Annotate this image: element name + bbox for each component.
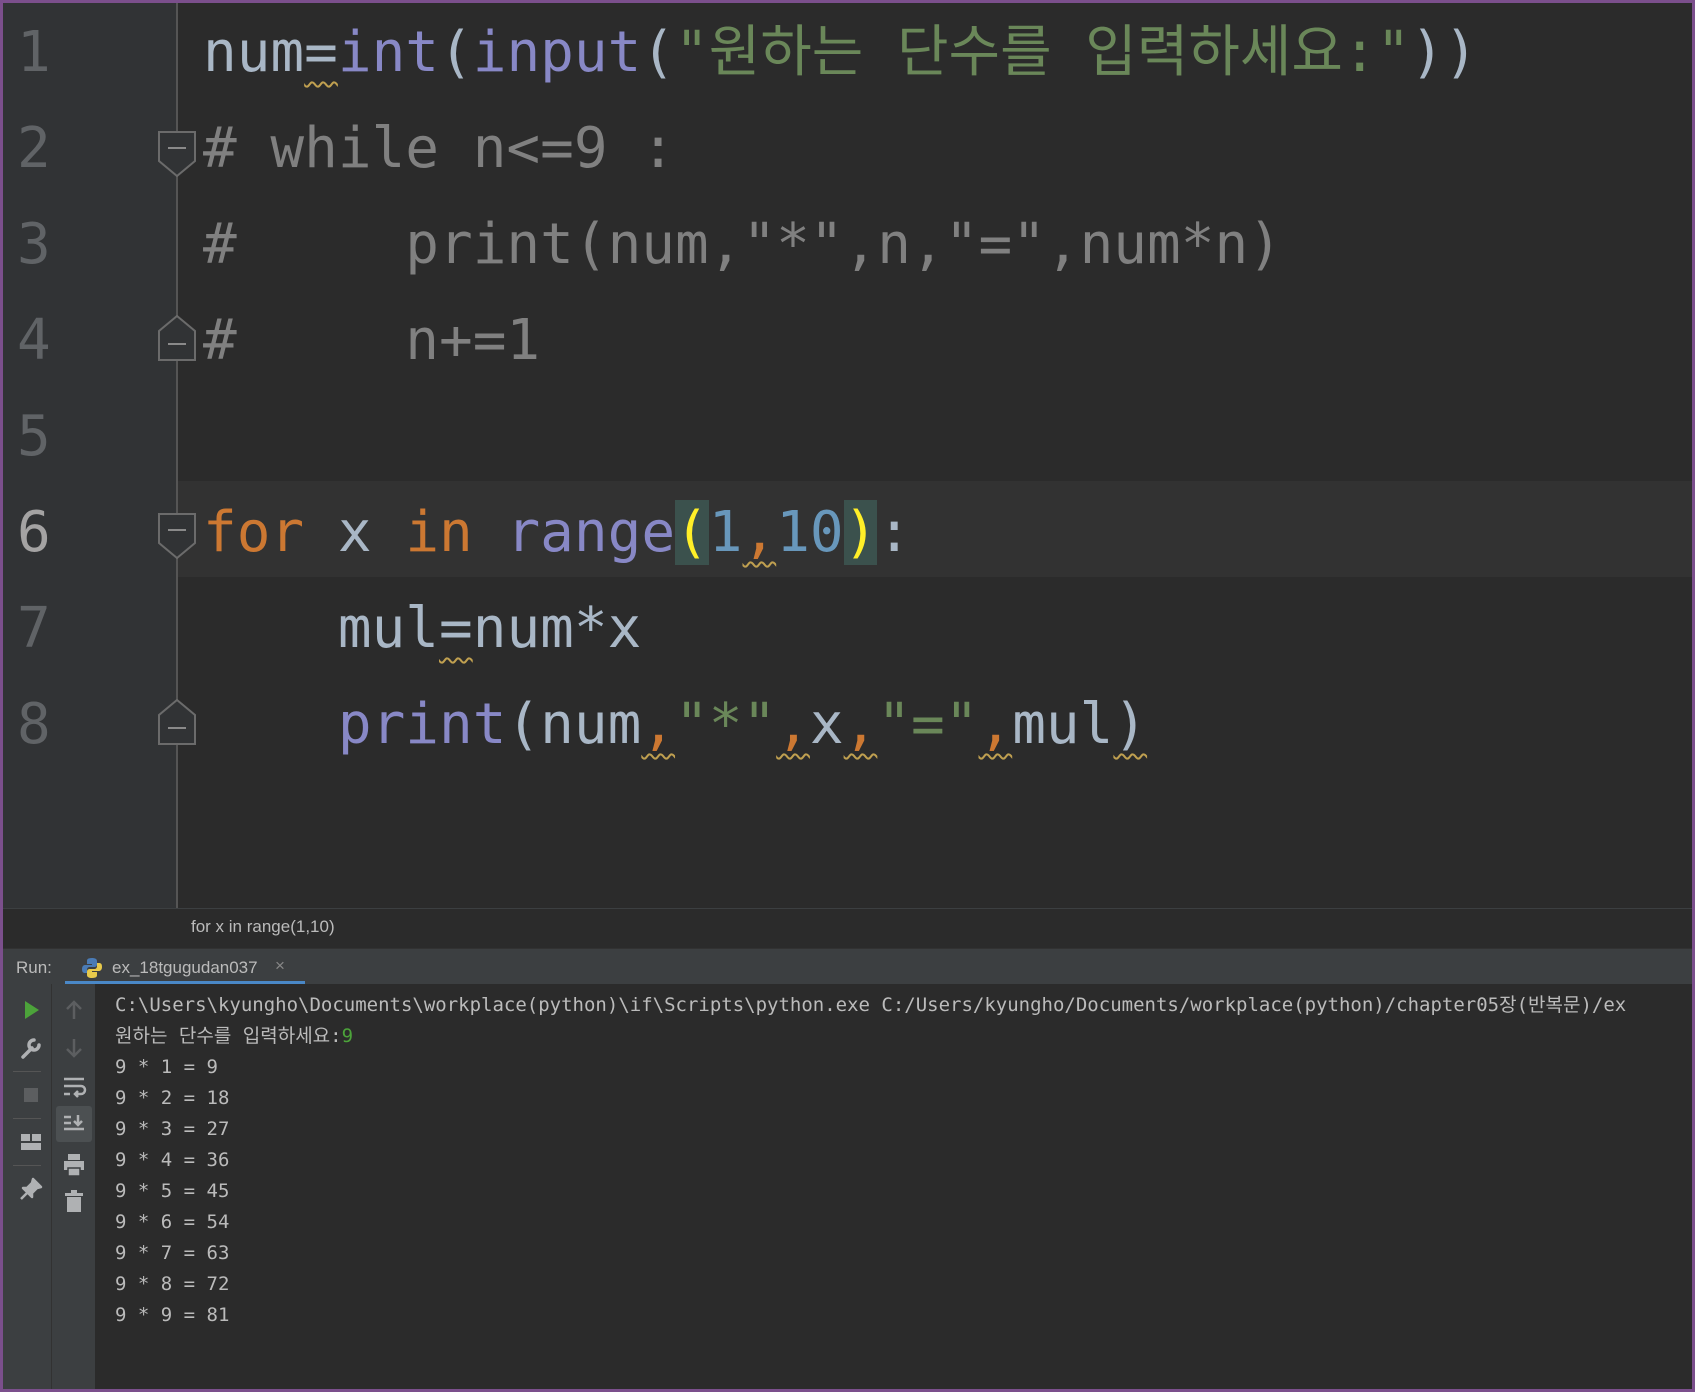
wrench-icon[interactable]: [16, 1033, 46, 1063]
run-tab[interactable]: ex_18tgugudan037 ×: [61, 949, 305, 985]
code-line-4[interactable]: # n+=1: [203, 293, 540, 389]
token-builtin: print: [337, 692, 507, 757]
line-number: 1: [17, 20, 51, 85]
token-var: num: [540, 692, 642, 757]
token-var: mul: [1012, 692, 1114, 757]
breadcrumb-item[interactable]: for x in range(1,10): [191, 917, 335, 937]
line-number: 3: [17, 212, 51, 277]
close-icon[interactable]: ×: [275, 956, 285, 976]
run-label: Run:: [16, 958, 52, 977]
toolbar-separator: [13, 1071, 41, 1072]
console-output-line: 9 * 4 = 36: [115, 1149, 230, 1171]
token-operator: =: [439, 596, 473, 661]
stop-icon[interactable]: [16, 1080, 46, 1110]
token-comma: ,: [776, 692, 810, 757]
token-var: mul: [337, 596, 440, 661]
console-user-input: 9: [341, 1025, 354, 1047]
console-output-line: 9 * 2 = 18: [115, 1087, 230, 1109]
token-paren: (: [439, 20, 473, 85]
fold-end-icon[interactable]: [158, 699, 196, 745]
token-builtin: int: [337, 20, 440, 85]
console-output-line: 9 * 1 = 9: [115, 1056, 218, 1078]
code-line-2[interactable]: # while n<=9 :: [203, 101, 675, 197]
token-paren: ): [1113, 692, 1148, 757]
token-number: 1: [708, 500, 743, 565]
fold-start-icon[interactable]: [158, 513, 196, 559]
token-builtin: input: [472, 20, 642, 85]
run-tab-label: ex_18tgugudan037: [112, 958, 258, 977]
line-number: 2: [17, 116, 51, 181]
toolbar-separator: [13, 1165, 41, 1166]
scroll-to-end-toggle[interactable]: [56, 1106, 92, 1142]
code-line-8[interactable]: print(num,"*",x,"=",mul): [203, 677, 1147, 773]
console-output-line: 9 * 5 = 45: [115, 1180, 230, 1202]
breadcrumb[interactable]: for x in range(1,10): [3, 908, 1692, 949]
token-keyword: for: [203, 500, 305, 565]
console-command-line: C:\Users\kyungho\Documents\workplace(pyt…: [115, 994, 1627, 1016]
token-var: x: [304, 500, 406, 565]
play-icon[interactable]: [16, 995, 46, 1025]
token-comma: ,: [742, 500, 777, 565]
console-output-line: 9 * 9 = 81: [115, 1304, 230, 1326]
token-builtin: range: [506, 500, 676, 565]
ide-window: 1 2 3 4 5 6 7 8 num=int(input("원하는 단수를 입…: [3, 3, 1692, 1389]
token-paren: )): [1410, 20, 1478, 85]
token-number: 10: [776, 500, 844, 565]
line-number-current: 6: [17, 500, 51, 565]
token-string: "원하는 단수를 입력하세요:": [675, 20, 1411, 85]
console-output-line: 9 * 7 = 63: [115, 1242, 230, 1264]
token-operator: =: [304, 20, 338, 85]
token-colon: :: [877, 500, 912, 565]
code-line-5[interactable]: [203, 389, 213, 485]
token-comma: ,: [843, 692, 878, 757]
print-icon[interactable]: [59, 1150, 89, 1180]
token-paren-matched: ): [843, 500, 878, 565]
token-paren-matched: (: [675, 500, 709, 565]
console-prompt-line: 원하는 단수를 입력하세요:9: [115, 1021, 353, 1051]
token-comma: ,: [978, 692, 1013, 757]
code-line-7[interactable]: mul=num*x: [203, 581, 641, 677]
arrow-down-icon[interactable]: [59, 1033, 89, 1063]
layout-icon[interactable]: [16, 1127, 46, 1157]
token-paren: (: [506, 692, 541, 757]
code-line-3[interactable]: # print(num,"*",n,"=",num*n): [203, 197, 1282, 293]
line-number: 5: [17, 404, 51, 469]
token-comma: ,: [641, 692, 676, 757]
trash-icon[interactable]: [59, 1186, 89, 1216]
run-console[interactable]: C:\Users\kyungho\Documents\workplace(pyt…: [95, 984, 1692, 1389]
console-prompt: 원하는 단수를 입력하세요:: [115, 1025, 342, 1047]
console-side-toolbar: [51, 984, 96, 1389]
token-string: "=": [877, 692, 979, 757]
scroll-to-end-icon: [64, 1115, 84, 1131]
token-expr: num*x: [472, 596, 642, 661]
code-editor[interactable]: 1 2 3 4 5 6 7 8 num=int(input("원하는 단수를 입…: [3, 3, 1692, 908]
console-output-line: 9 * 3 = 27: [115, 1118, 230, 1140]
line-number: 7: [17, 596, 51, 661]
run-tool-window-header: Run: ex_18tgugudan037 ×: [3, 948, 1692, 985]
line-number: 4: [17, 308, 51, 373]
arrow-up-icon[interactable]: [59, 995, 89, 1025]
console-output-line: 9 * 6 = 54: [115, 1211, 230, 1233]
token-keyword: in: [405, 500, 473, 565]
toolbar-separator: [13, 1118, 41, 1119]
pin-icon[interactable]: [16, 1174, 46, 1204]
code-line-1[interactable]: num=int(input("원하는 단수를 입력하세요:")): [203, 5, 1478, 101]
fold-start-icon[interactable]: [158, 131, 196, 177]
token-paren: (: [641, 20, 676, 85]
run-side-toolbar: [3, 984, 51, 1389]
line-number: 8: [17, 692, 51, 757]
fold-end-icon[interactable]: [158, 315, 196, 361]
token-var: x: [809, 692, 844, 757]
code-line-6[interactable]: for x in range(1,10):: [203, 485, 911, 581]
python-icon: [82, 958, 102, 978]
soft-wrap-icon[interactable]: [59, 1071, 89, 1101]
token-string: "*": [675, 692, 777, 757]
token-var: num: [203, 20, 305, 85]
console-output-line: 9 * 8 = 72: [115, 1273, 230, 1295]
